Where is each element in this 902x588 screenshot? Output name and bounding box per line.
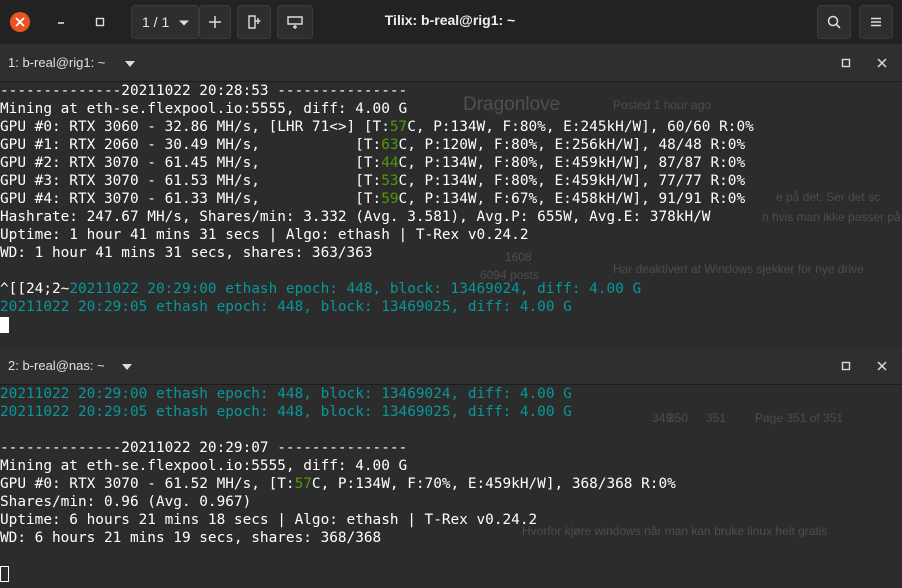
maximize-icon bbox=[841, 58, 851, 68]
pane1-close-button[interactable] bbox=[876, 56, 888, 74]
terminal-line: Shares/min: 0.96 (Avg. 0.967) bbox=[0, 494, 252, 510]
terminal-line: 20211022 20:29:05 ethash epoch: 448, blo… bbox=[0, 299, 572, 315]
pane1-title[interactable]: 1: b-real@rig1: ~ bbox=[8, 55, 105, 70]
terminal-cursor-line bbox=[0, 316, 754, 334]
terminal-line: GPU #0: RTX 3070 - 61.52 MH/s, [T:57C, P… bbox=[0, 476, 676, 492]
pane2-maximize-button[interactable] bbox=[840, 359, 852, 377]
terminal-cursor bbox=[0, 317, 9, 333]
menu-icon bbox=[871, 17, 881, 27]
terminal-line: WD: 6 hours 21 mins 19 secs, shares: 368… bbox=[0, 530, 382, 546]
session-counter: 1 / 1 bbox=[142, 14, 170, 30]
search-icon bbox=[827, 15, 841, 29]
session-switcher[interactable]: 1 / 1 bbox=[131, 5, 199, 39]
terminal-line: GPU #3: RTX 3070 - 61.53 MH/s, [T:53C, P… bbox=[0, 173, 746, 189]
terminal-line: Mining at eth-se.flexpool.io:5555, diff:… bbox=[0, 458, 408, 474]
chevron-down-icon[interactable] bbox=[122, 364, 132, 370]
terminal-line: Mining at eth-se.flexpool.io:5555, diff:… bbox=[0, 101, 408, 117]
terminal-line: GPU #1: RTX 2060 - 30.49 MH/s, [T:63C, P… bbox=[0, 137, 746, 153]
terminal-line: 20211022 20:29:05 ethash epoch: 448, blo… bbox=[0, 404, 572, 420]
add-right-icon bbox=[248, 15, 261, 29]
window-maximize-button[interactable] bbox=[92, 14, 108, 30]
pane1-maximize-button[interactable] bbox=[840, 56, 852, 74]
pane1-terminal[interactable]: Dragonlove Posted 1 hour ago e på det. S… bbox=[0, 82, 902, 347]
terminal-line: Uptime: 6 hours 21 mins 18 secs | Algo: … bbox=[0, 512, 538, 528]
search-button[interactable] bbox=[817, 5, 851, 39]
ghost-reply-fragment: e på det. Ser det sc bbox=[776, 190, 881, 204]
maximize-icon bbox=[841, 361, 851, 371]
pane1-header: 1: b-real@rig1: ~ bbox=[0, 45, 902, 82]
terminal-line: GPU #0: RTX 3060 - 32.86 MH/s, [LHR 71<>… bbox=[0, 119, 754, 135]
ghost-reply-fragment2: n hvis man ikke passer på bbox=[762, 210, 901, 224]
window-minimize-button[interactable] bbox=[54, 14, 70, 30]
terminal-line: ^[[24;2~20211022 20:29:00 ethash epoch: … bbox=[0, 281, 642, 297]
pane1-output: --------------20211022 20:28:53 --------… bbox=[0, 82, 754, 334]
window-close-button[interactable] bbox=[10, 12, 30, 32]
terminal-line: WD: 1 hour 41 mins 31 secs, shares: 363/… bbox=[0, 245, 373, 261]
maximize-icon bbox=[95, 17, 105, 27]
terminal-cursor bbox=[0, 566, 9, 582]
ghost-page-351: 351 bbox=[706, 411, 727, 425]
window-title: Tilix: b-real@rig1: ~ bbox=[384, 12, 516, 28]
minimize-icon bbox=[58, 22, 64, 24]
close-icon bbox=[877, 58, 887, 68]
window-titlebar: 1 / 1 Tilix: b-real@rig1: ~ bbox=[0, 0, 902, 44]
chevron-down-icon[interactable] bbox=[125, 61, 135, 67]
terminal-line: --------------20211022 20:28:53 --------… bbox=[0, 83, 408, 99]
new-session-button[interactable] bbox=[199, 5, 231, 39]
plus-icon bbox=[209, 16, 221, 28]
terminal-line: 20211022 20:29:00 ethash epoch: 448, blo… bbox=[0, 386, 572, 402]
pane2-close-button[interactable] bbox=[876, 359, 888, 377]
terminal-line: Hashrate: 247.67 MH/s, Shares/min: 3.332… bbox=[0, 209, 711, 225]
terminal-cursor-line bbox=[0, 565, 676, 583]
ghost-page-label: Page 351 of 351 bbox=[755, 411, 844, 425]
close-icon bbox=[877, 361, 887, 371]
pane2-header: 2: b-real@nas: ~ bbox=[0, 348, 902, 385]
pane2-title[interactable]: 2: b-real@nas: ~ bbox=[8, 358, 105, 373]
add-terminal-right-button[interactable] bbox=[237, 5, 271, 39]
terminal-line: GPU #2: RTX 3070 - 61.45 MH/s, [T:44C, P… bbox=[0, 155, 746, 171]
menu-button[interactable] bbox=[859, 5, 893, 39]
terminal-line: --------------20211022 20:29:07 --------… bbox=[0, 440, 408, 456]
terminal-line: Uptime: 1 hour 41 mins 31 secs | Algo: e… bbox=[0, 227, 529, 243]
pane2-output: 20211022 20:29:00 ethash epoch: 448, blo… bbox=[0, 385, 676, 583]
close-icon bbox=[15, 17, 25, 27]
pane2-terminal[interactable]: 349 350 351 Page 351 of 351 Hvorfor kjør… bbox=[0, 385, 902, 588]
terminal-line: GPU #4: RTX 3070 - 61.33 MH/s, [T:59C, P… bbox=[0, 191, 746, 207]
chevron-down-icon bbox=[179, 20, 189, 26]
